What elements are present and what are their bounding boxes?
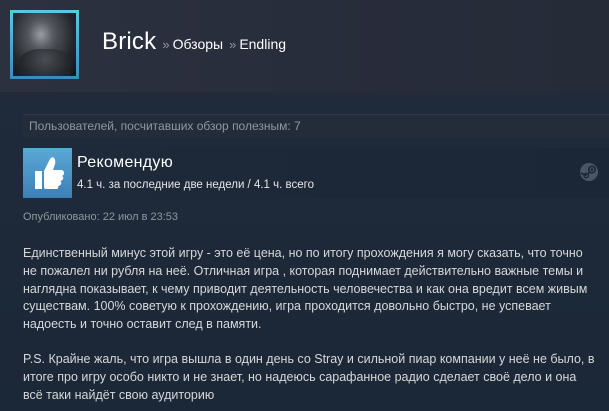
breadcrumb-separator: »: [229, 37, 237, 52]
playtime-hours: 4.1 ч. за последние две недели / 4.1 ч. …: [77, 179, 314, 191]
recommendation-title: Рекомендую: [77, 154, 174, 171]
breadcrumb-username[interactable]: Brick: [102, 28, 156, 56]
avatar[interactable]: [10, 10, 79, 79]
breadcrumb-reviews[interactable]: Обзоры: [173, 36, 224, 52]
profile-header: Brick » Обзоры » Endling: [0, 0, 609, 92]
thumbs-up-icon: [23, 148, 72, 198]
review-page: Brick » Обзоры » Endling Пользователей, …: [0, 0, 609, 411]
breadcrumb-game[interactable]: Endling: [239, 36, 286, 52]
review-paragraph: P.S. Крайне жаль, что игра вышла в один …: [23, 351, 595, 402]
steam-icon: [580, 163, 598, 181]
review-paragraph: Единственный минус этой игру - это её це…: [23, 246, 588, 332]
helpful-count-bar: Пользователей, посчитавших обзор полезны…: [23, 114, 609, 138]
helpful-count-text: Пользователей, посчитавших обзор полезны…: [29, 119, 301, 133]
avatar-figure-body: [19, 49, 71, 76]
recommendation-box: Рекомендую 4.1 ч. за последние две недел…: [23, 148, 609, 198]
posted-date: Опубликовано: 22 июл в 23:53: [23, 211, 179, 223]
avatar-image: [13, 13, 76, 76]
breadcrumb-separator: »: [162, 37, 170, 52]
thumbs-up-icon-svg: [34, 157, 64, 189]
review-body: Единственный минус этой игру - это её це…: [23, 245, 597, 411]
breadcrumb: Brick » Обзоры » Endling: [102, 28, 286, 60]
